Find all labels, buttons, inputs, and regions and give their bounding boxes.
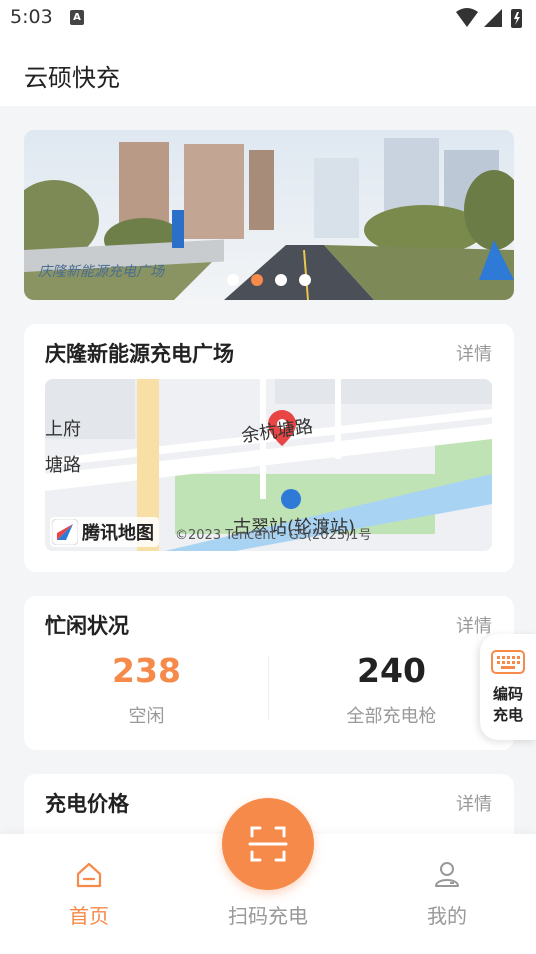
tab-home-label: 首页 <box>69 904 109 928</box>
signal-icon <box>484 9 502 27</box>
status-icons <box>456 8 522 28</box>
carousel-dot[interactable] <box>227 274 239 286</box>
banner-carousel[interactable]: 庆隆新能源充电广场 <box>24 130 514 300</box>
scan-icon <box>248 826 288 862</box>
busy-title: 忙闲状况 <box>45 614 129 638</box>
tencent-map-logo: 腾讯地图 <box>50 517 159 547</box>
code-charge-label: 编码充电 <box>493 685 524 724</box>
total-stat: 240 全部充电枪 <box>269 651 514 728</box>
map-label: 塘路 <box>45 455 81 476</box>
tencent-map-icon <box>52 519 78 545</box>
idle-label: 空闲 <box>128 706 165 727</box>
status-time: 5:03 <box>10 6 53 28</box>
station-map[interactable]: 上府 余杭塘路 塘路 古翠站(轮渡站) 腾讯地图 ©2023 Tencent -… <box>45 379 492 551</box>
carousel-dot[interactable] <box>275 274 287 286</box>
carousel-dot[interactable] <box>299 274 311 286</box>
map-label: 上府 <box>45 419 81 440</box>
tab-scan-label: 扫码充电 <box>228 904 308 928</box>
keyboard-icon <box>491 650 525 674</box>
user-icon <box>435 862 459 887</box>
notification-a-icon: A <box>70 10 84 25</box>
price-title: 充电价格 <box>45 792 129 816</box>
map-logo-text: 腾讯地图 <box>82 523 154 544</box>
station-name: 庆隆新能源充电广场 <box>45 342 234 366</box>
home-icon <box>76 862 102 888</box>
busy-status-card: 忙闲状况 详情 238 空闲 240 全部充电枪 <box>24 596 514 750</box>
carousel-dots <box>24 274 514 286</box>
price-detail-link[interactable]: 详情 <box>456 790 492 816</box>
tab-mine-label: 我的 <box>427 904 467 928</box>
tab-mine[interactable]: 我的 <box>358 834 536 954</box>
station-card: 庆隆新能源充电广场 详情 上府 余杭塘路 塘路 古翠站(轮渡站) 腾讯地图 ©2… <box>24 324 514 572</box>
idle-value: 238 <box>112 651 181 690</box>
station-detail-link[interactable]: 详情 <box>456 340 492 366</box>
carousel-dot-active[interactable] <box>251 274 263 286</box>
map-copyright: ©2023 Tencent - GS(2023)1号 <box>175 528 372 543</box>
app-title: 云硕快充 <box>24 64 120 92</box>
scan-charge-button[interactable] <box>222 798 314 890</box>
total-value: 240 <box>357 651 426 690</box>
total-label: 全部充电枪 <box>346 706 437 727</box>
tab-home[interactable]: 首页 <box>0 834 178 954</box>
wifi-icon <box>456 8 478 27</box>
idle-stat: 238 空闲 <box>24 651 269 728</box>
app-bar: 云硕快充 <box>0 38 536 106</box>
code-charge-button[interactable]: 编码充电 <box>480 634 536 740</box>
status-bar: 5:03 A <box>0 0 536 38</box>
